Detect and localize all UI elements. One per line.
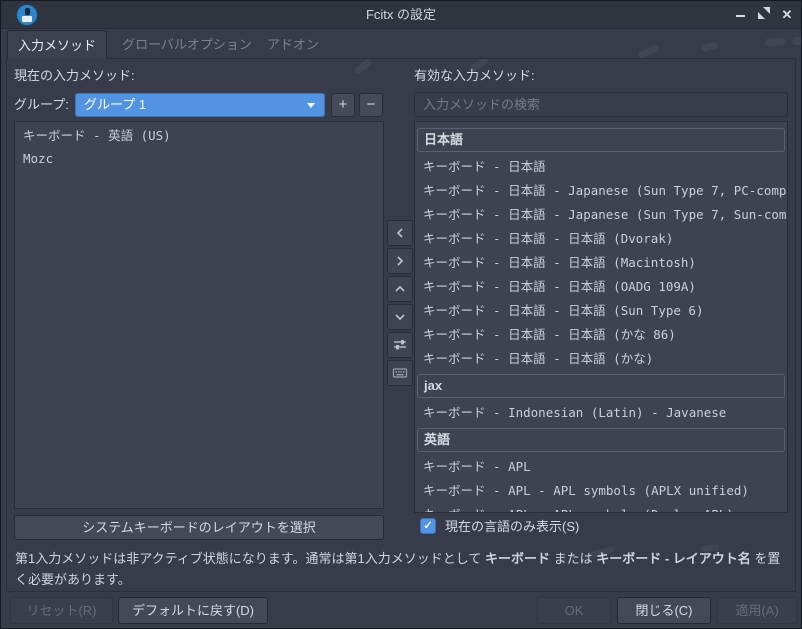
restore-button[interactable] (755, 6, 773, 24)
list-item[interactable]: キーボード - 日本語 - 日本語 (Macintosh) (415, 251, 787, 275)
sliders-icon (394, 340, 406, 350)
close-dialog-button[interactable]: 閉じる(C) (617, 597, 711, 624)
list-item[interactable]: キーボード - 日本語 - 日本語 (Dvorak) (415, 227, 787, 251)
only-current-language-label: 現在の言語のみ表示(S) (445, 519, 580, 534)
list-item[interactable]: キーボード - 日本語 (415, 155, 787, 179)
close-button[interactable]: ✕ (778, 6, 796, 24)
remove-group-button[interactable]: − (359, 93, 383, 117)
restore-defaults-button[interactable]: デフォルトに戻す(D) (118, 597, 268, 624)
fcitx-settings-window: Fcitx の設定 ✕ 入力メソッド グローバルオプション アドオン 現在の入力… (0, 0, 802, 629)
chevron-down-icon (307, 103, 315, 108)
move-right-button[interactable] (387, 248, 413, 274)
chevron-down-icon (395, 314, 405, 321)
chevron-left-icon (396, 228, 403, 238)
footnote: 第1入力メソッドは非アクティブ状態になります。通常は第1入力メソッドとして キー… (15, 551, 781, 587)
add-group-button[interactable]: + (331, 93, 355, 117)
list-item[interactable]: キーボード - APL (415, 455, 787, 479)
available-im-label: 有効な入力メソッド: (414, 68, 535, 83)
close-icon: ✕ (781, 7, 793, 22)
minimize-icon (735, 14, 745, 17)
list-item[interactable]: キーボード - 日本語 - Japanese (Sun Type 7, Sun-… (415, 203, 787, 227)
list-item[interactable]: キーボード - Indonesian (Latin) - Javanese (415, 401, 787, 425)
tab-addons[interactable]: アドオン (259, 30, 327, 59)
select-system-layout-button[interactable]: システムキーボードのレイアウトを選択 (14, 515, 384, 540)
language-group-header: 日本語 (417, 128, 785, 152)
move-down-button[interactable] (387, 304, 413, 330)
list-item[interactable]: キーボード - APL - APL symbols (APLX unified) (415, 479, 787, 503)
reset-button[interactable]: リセット(R) (10, 597, 113, 624)
move-up-button[interactable] (387, 276, 413, 302)
configure-button[interactable] (387, 332, 413, 358)
restore-icon (758, 7, 770, 19)
group-label: グループ: (14, 97, 69, 112)
window-title: Fcitx の設定 (365, 7, 437, 22)
list-item[interactable]: キーボード - 英語 (US) (15, 124, 383, 147)
chevron-right-icon (397, 256, 404, 266)
keyboard-layout-button[interactable] (387, 360, 413, 386)
minimize-button[interactable] (731, 6, 749, 24)
group-select[interactable]: グループ 1 (75, 93, 325, 117)
list-item[interactable]: キーボード - 日本語 - Japanese (Sun Type 7, PC-c… (415, 179, 787, 203)
tab-input-method[interactable]: 入力メソッド (7, 30, 107, 59)
current-im-list[interactable]: キーボード - 英語 (US) Mozc (14, 121, 384, 509)
search-input[interactable] (414, 92, 788, 117)
ok-button[interactable]: OK (537, 597, 611, 624)
group-select-value: グループ 1 (84, 97, 147, 112)
fcitx-logo-icon (16, 4, 38, 26)
language-group-header: 英語 (417, 428, 785, 452)
apply-button[interactable]: 適用(A) (717, 597, 797, 624)
list-item[interactable]: キーボード - 日本語 - 日本語 (Sun Type 6) (415, 299, 787, 323)
check-icon: ✓ (423, 519, 433, 532)
language-group-header: jax (417, 374, 785, 398)
list-item[interactable]: キーボード - 日本語 - 日本語 (OADG 109A) (415, 275, 787, 299)
current-im-label: 現在の入力メソッド: (14, 68, 135, 83)
list-item[interactable]: キーボード - APL - APL symbols (Dyalog APL) (415, 503, 787, 512)
titlebar: Fcitx の設定 ✕ (1, 1, 801, 29)
available-im-list[interactable]: 日本語キーボード - 日本語 キーボード - 日本語 - Japanese (Su… (414, 121, 788, 513)
list-item[interactable]: キーボード - 日本語 - 日本語 (かな) (415, 347, 787, 371)
only-current-language-row[interactable]: ✓ 現在の言語のみ表示(S) (420, 517, 579, 534)
only-current-language-checkbox[interactable]: ✓ (420, 517, 436, 534)
list-item[interactable]: キーボード - 日本語 - 日本語 (かな 86) (415, 323, 787, 347)
tab-global-options[interactable]: グローバルオプション (113, 30, 261, 59)
chevron-up-icon (395, 285, 405, 292)
move-left-button[interactable] (387, 220, 413, 246)
keyboard-icon (392, 368, 408, 378)
list-item[interactable]: Mozc (15, 147, 383, 170)
tab-bar: 入力メソッド グローバルオプション アドオン (1, 29, 801, 59)
